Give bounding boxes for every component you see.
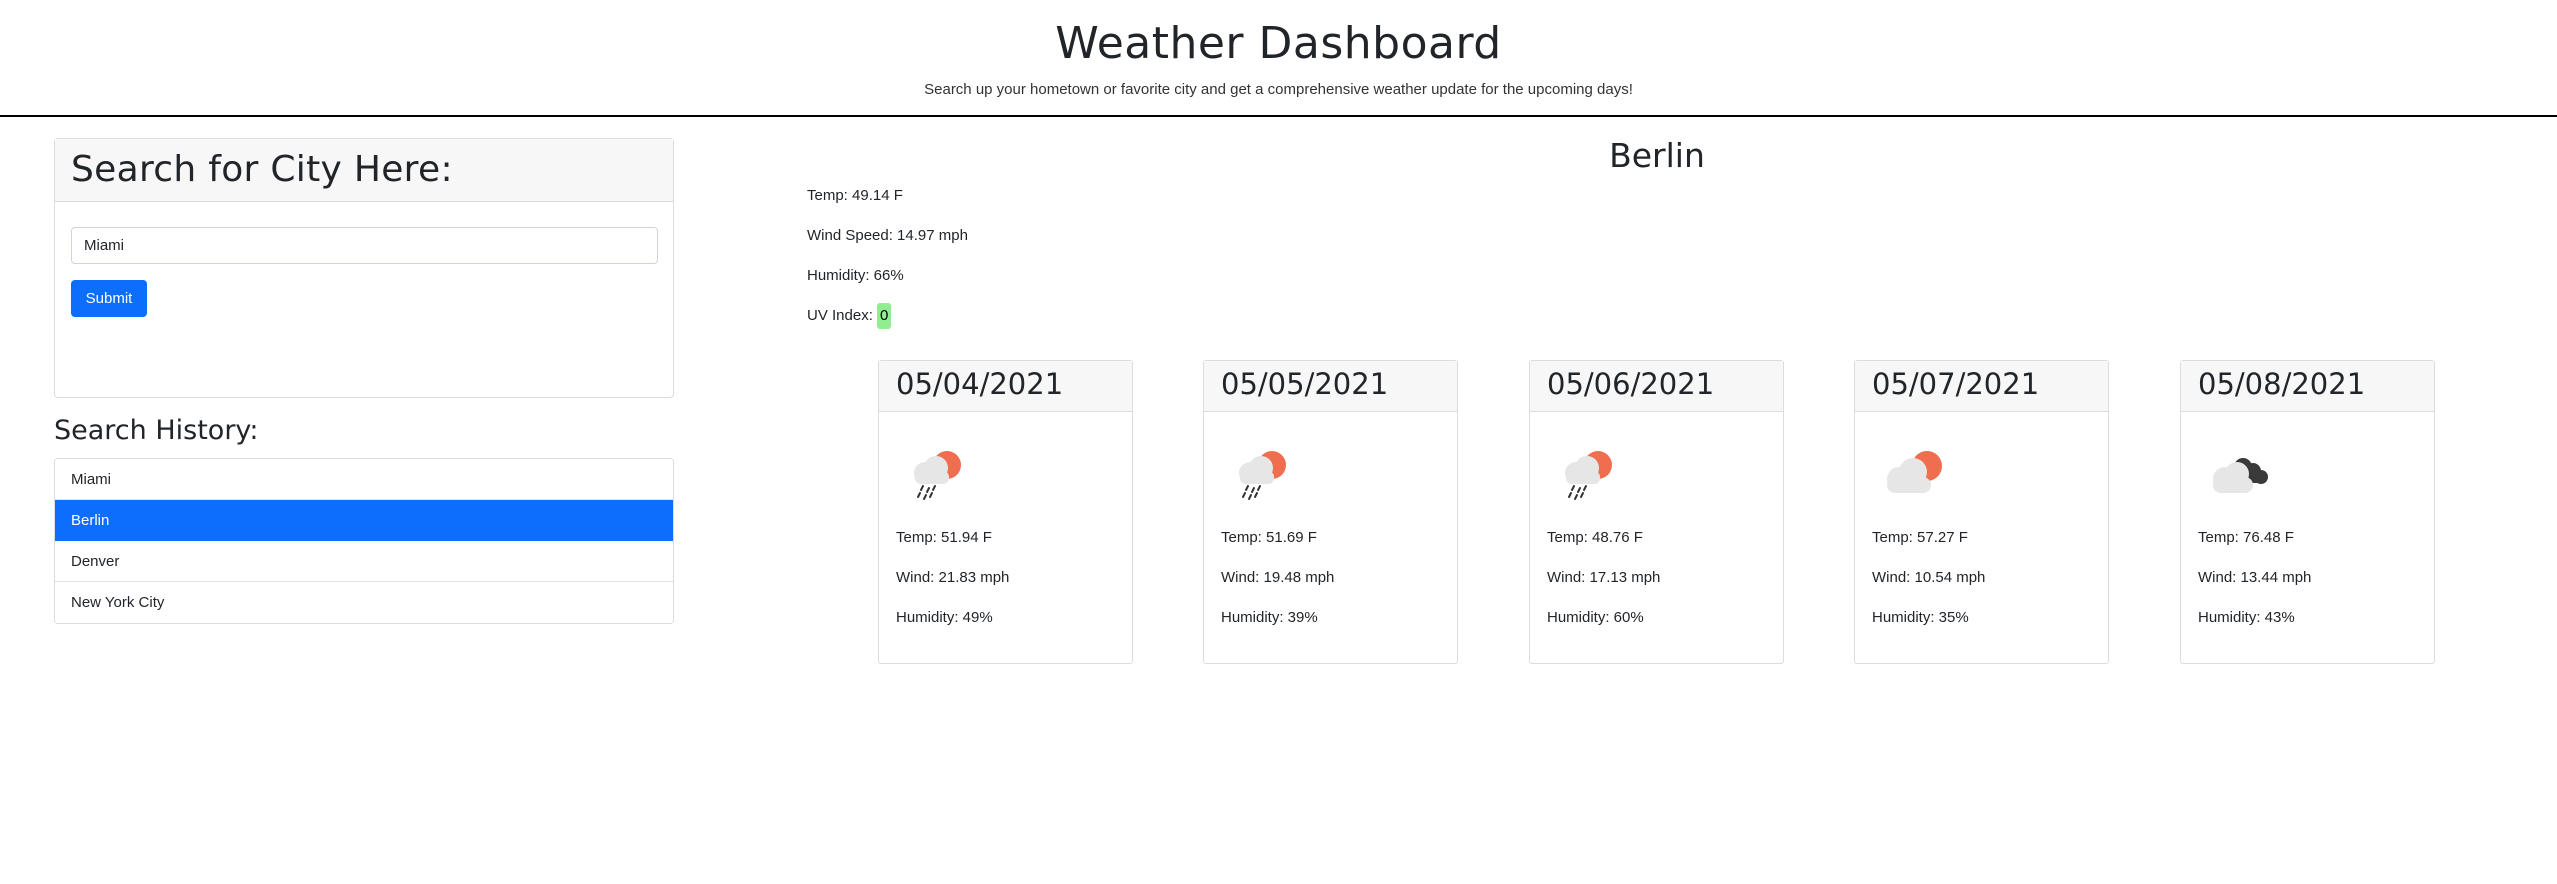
forecast-temp: Temp: 51.94 F [896, 529, 992, 546]
forecast-card: 05/05/2021 Temp: 51.69 F Wind: 19.48 mph… [1203, 360, 1458, 664]
forecast-humidity: Humidity: 49% [896, 609, 993, 626]
forecast-date: 05/04/2021 [896, 367, 1064, 401]
forecast-temp: Temp: 51.69 F [1221, 529, 1317, 546]
sun-cloud-rain-icon [1239, 451, 1286, 500]
forecast-card-header: 05/05/2021 [1204, 361, 1457, 412]
forecast-date: 05/08/2021 [2198, 367, 2366, 401]
forecast-date: 05/07/2021 [1872, 367, 2040, 401]
forecast-card-header: 05/08/2021 [2181, 361, 2434, 412]
submit-button[interactable]: Submit [71, 280, 147, 317]
page-subtitle: Search up your hometown or favorite city… [924, 81, 1633, 98]
forecast-card-header: 05/07/2021 [1855, 361, 2108, 412]
search-title: Search for City Here: [71, 149, 453, 190]
forecast-wind: Wind: 13.44 mph [2198, 569, 2312, 586]
current-wind: Wind Speed: 14.97 mph [807, 227, 968, 244]
broken-clouds-icon [2213, 458, 2268, 493]
current-temp: Temp: 49.14 F [807, 187, 903, 204]
forecast-humidity: Humidity: 43% [2198, 609, 2295, 626]
forecast-card: 05/06/2021 Temp: 48.76 F Wind: 17.13 mph… [1529, 360, 1784, 664]
sun-cloud-rain-icon [1565, 451, 1612, 500]
search-card: Search for City Here: Submit [54, 138, 674, 398]
forecast-temp: Temp: 48.76 F [1547, 529, 1643, 546]
city-search-input[interactable] [71, 227, 658, 264]
sun-cloud-icon [1887, 451, 1942, 493]
forecast-wind: Wind: 19.48 mph [1221, 569, 1335, 586]
current-city-name: Berlin [1609, 136, 1705, 175]
forecast-wind: Wind: 21.83 mph [896, 569, 1010, 586]
search-card-header: Search for City Here: [55, 139, 673, 202]
forecast-card-header: 05/06/2021 [1530, 361, 1783, 412]
forecast-date: 05/06/2021 [1547, 367, 1715, 401]
history-item-berlin[interactable]: Berlin [55, 500, 673, 541]
forecast-card-header: 05/04/2021 [879, 361, 1132, 412]
forecast-humidity: Humidity: 60% [1547, 609, 1644, 626]
forecast-date: 05/05/2021 [1221, 367, 1389, 401]
forecast-humidity: Humidity: 39% [1221, 609, 1318, 626]
forecast-wind: Wind: 17.13 mph [1547, 569, 1661, 586]
uv-label: UV Index: [807, 307, 873, 324]
current-uv: UV Index: 0 [807, 303, 892, 329]
forecast-temp: Temp: 57.27 F [1872, 529, 1968, 546]
history-item-denver[interactable]: Denver [55, 541, 673, 582]
forecast-humidity: Humidity: 35% [1872, 609, 1969, 626]
sun-cloud-rain-icon [914, 451, 961, 500]
page-title: Weather Dashboard [1055, 18, 1502, 69]
forecast-wind: Wind: 10.54 mph [1872, 569, 1986, 586]
history-title: Search History: [54, 415, 259, 446]
uv-index-badge: 0 [877, 303, 892, 329]
forecast-temp: Temp: 76.48 F [2198, 529, 2294, 546]
history-item-miami[interactable]: Miami [55, 459, 673, 500]
forecast-card: 05/04/2021 Temp: 51.94 F Wind: 21.83 mph… [878, 360, 1133, 664]
current-humidity: Humidity: 66% [807, 267, 904, 284]
page-header: Weather Dashboard Search up your hometow… [0, 0, 2557, 117]
forecast-card: 05/07/2021 Temp: 57.27 F Wind: 10.54 mph… [1854, 360, 2109, 664]
history-item-new-york-city[interactable]: New York City [55, 582, 673, 623]
forecast-card: 05/08/2021 Temp: 76.48 F Wind: 13.44 mph… [2180, 360, 2435, 664]
search-history-list: Miami Berlin Denver New York City [54, 458, 674, 624]
